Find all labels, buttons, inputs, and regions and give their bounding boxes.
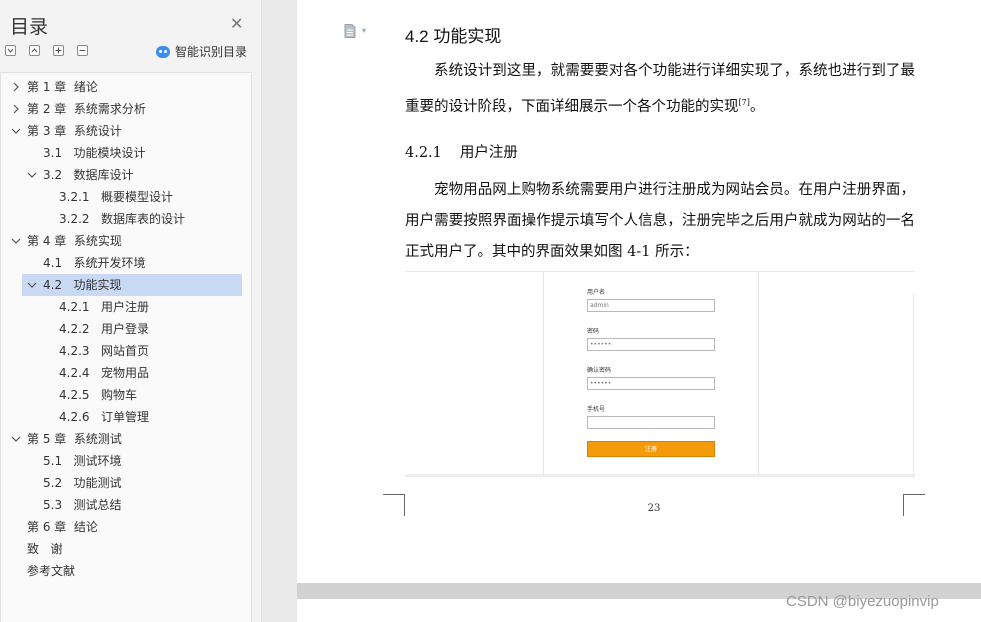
watermark: CSDN @biyezuopinvip	[786, 593, 939, 610]
chevron-down-icon[interactable]	[26, 274, 38, 296]
toc-item-label: 第 5 章 系统测试	[27, 432, 122, 446]
toc-item-label: 4.2.5 购物车	[59, 388, 137, 402]
chevron-down-icon[interactable]	[10, 120, 22, 142]
toc-title: 目录	[10, 16, 49, 38]
toc-item-label: 第 4 章 系统实现	[27, 234, 122, 248]
smart-toc-button[interactable]: 智能识别目录	[156, 43, 247, 60]
subsection-heading: 4.2.1 用户注册	[405, 141, 518, 162]
toc-item[interactable]: 4.2.1 用户注册	[0, 296, 252, 318]
collapse-all-icon[interactable]	[29, 45, 40, 56]
chevron-right-icon[interactable]	[10, 76, 22, 98]
toc-item-label: 第 1 章 绪论	[27, 80, 98, 94]
subsection-title: 用户注册	[459, 145, 518, 161]
toc-item-label: 4.1 系统开发环境	[43, 256, 146, 270]
toc-item-label: 参考文献	[27, 564, 76, 578]
toc-list: 第 1 章 绪论第 2 章 系统需求分析第 3 章 系统设计 3.1 功能模块设计…	[0, 76, 252, 582]
toc-item-label: 第 3 章 系统设计	[27, 124, 122, 138]
password-label: 密码	[587, 328, 600, 335]
toc-item[interactable]: 第 3 章 系统设计	[0, 120, 252, 142]
toc-item[interactable]: 4.2.5 购物车	[0, 384, 252, 406]
toc-item-label: 5.3 测试总结	[43, 498, 122, 512]
toc-item[interactable]: 4.2 功能实现	[22, 274, 242, 296]
remove-entry-icon[interactable]	[77, 45, 88, 56]
username-label: 用户名	[587, 289, 606, 296]
toc-item[interactable]: 3.1 功能模块设计	[0, 142, 252, 164]
crop-mark-left	[383, 494, 405, 516]
register-button: 注册	[587, 441, 715, 457]
page-number: 23	[647, 503, 661, 514]
chevron-down-icon[interactable]: ▾	[362, 26, 366, 35]
toc-item-label: 4.2 功能实现	[43, 278, 122, 292]
crop-mark-right	[903, 494, 925, 516]
toc-item[interactable]: 5.3 测试总结	[0, 494, 252, 516]
toc-item-label: 致 谢	[27, 542, 63, 556]
toc-item[interactable]: 3.2 数据库设计	[0, 164, 252, 186]
expand-all-icon[interactable]	[5, 45, 16, 56]
toc-item-label: 3.2.1 概要模型设计	[59, 190, 173, 204]
toc-item[interactable]: 4.1 系统开发环境	[0, 252, 252, 274]
paragraph-intro: 系统设计到这里，就需要要对各个功能进行详细实现了，系统也进行到了最重要的设计阶段…	[405, 56, 915, 123]
username-field: admin	[587, 299, 715, 312]
toc-item-label: 3.2.2 数据库表的设计	[59, 212, 185, 226]
toc-item-label: 4.2.2 用户登录	[59, 322, 149, 336]
paragraph-intro-end: 。	[749, 98, 765, 115]
toc-item-label: 第 2 章 系统需求分析	[27, 102, 146, 116]
toc-item-label: 3.2 数据库设计	[43, 168, 134, 182]
toc-item[interactable]: 第 1 章 绪论	[0, 76, 252, 98]
paragraph-intro-text: 系统设计到这里，就需要要对各个功能进行详细实现了，系统也进行到了最重要的设计阶段…	[405, 63, 915, 115]
toc-item[interactable]: 5.1 测试环境	[0, 450, 252, 472]
toc-item[interactable]: 4.2.4 宠物用品	[0, 362, 252, 384]
ai-assistant-icon	[156, 45, 170, 58]
toc-item[interactable]: 第 6 章 结论	[0, 516, 252, 538]
chevron-down-icon[interactable]	[10, 428, 22, 450]
toc-sidebar: 目录 ✕ 智能识别目录 第 1 章 绪论第 2 章 系统需求分析第 3 章 系统…	[0, 0, 262, 622]
password-field: ••••••	[587, 338, 715, 351]
toc-item-label: 5.1 测试环境	[43, 454, 122, 468]
toc-item[interactable]: 致 谢	[0, 538, 252, 560]
toc-item[interactable]: 4.2.2 用户登录	[0, 318, 252, 340]
toc-item-label: 5.2 功能测试	[43, 476, 122, 490]
toc-item[interactable]: 4.2.3 网站首页	[0, 340, 252, 362]
toc-item-label: 4.2.6 订单管理	[59, 410, 149, 424]
toc-item-label: 4.2.3 网站首页	[59, 344, 149, 358]
chevron-right-icon[interactable]	[10, 98, 22, 120]
confirm-password-field: ••••••	[587, 377, 715, 390]
toc-item[interactable]: 4.2.6 订单管理	[0, 406, 252, 428]
toc-item[interactable]: 第 5 章 系统测试	[0, 428, 252, 450]
toc-item-label: 第 6 章 结论	[27, 520, 98, 534]
toc-item-label: 4.2.1 用户注册	[59, 300, 149, 314]
chevron-down-icon[interactable]	[10, 230, 22, 252]
document-icon[interactable]	[344, 24, 356, 38]
paragraph-registration: 宠物用品网上购物系统需要用户进行注册成为网站会员。在用户注册界面，用户需要按照界…	[405, 182, 915, 260]
figure-divider	[913, 294, 914, 478]
toc-item[interactable]: 3.2.2 数据库表的设计	[0, 208, 252, 230]
toc-item-label: 4.2.4 宠物用品	[59, 366, 149, 380]
register-form: 用户名 admin 密码 •••••• 确认密码 •••••• 手机号 注册	[543, 272, 759, 475]
close-icon[interactable]: ✕	[230, 14, 243, 33]
smart-toc-label: 智能识别目录	[175, 45, 248, 59]
toc-item[interactable]: 3.2.1 概要模型设计	[0, 186, 252, 208]
toc-item[interactable]: 5.2 功能测试	[0, 472, 252, 494]
section-heading: 4.2 功能实现	[405, 27, 502, 46]
phone-field	[587, 416, 715, 429]
confirm-password-label: 确认密码	[587, 367, 612, 374]
toc-item-label: 3.1 功能模块设计	[43, 146, 146, 160]
toc-item[interactable]: 第 2 章 系统需求分析	[0, 98, 252, 120]
toc-item[interactable]: 参考文献	[0, 560, 252, 582]
phone-label: 手机号	[587, 406, 606, 413]
add-entry-icon[interactable]	[53, 45, 64, 56]
citation-ref[interactable]: [7]	[739, 98, 750, 107]
toc-item[interactable]: 第 4 章 系统实现	[0, 230, 252, 252]
subsection-number: 4.2.1	[405, 145, 442, 161]
chevron-down-icon[interactable]	[26, 164, 38, 186]
figure-register-screenshot: 用户名 admin 密码 •••••• 确认密码 •••••• 手机号 注册	[405, 271, 915, 478]
